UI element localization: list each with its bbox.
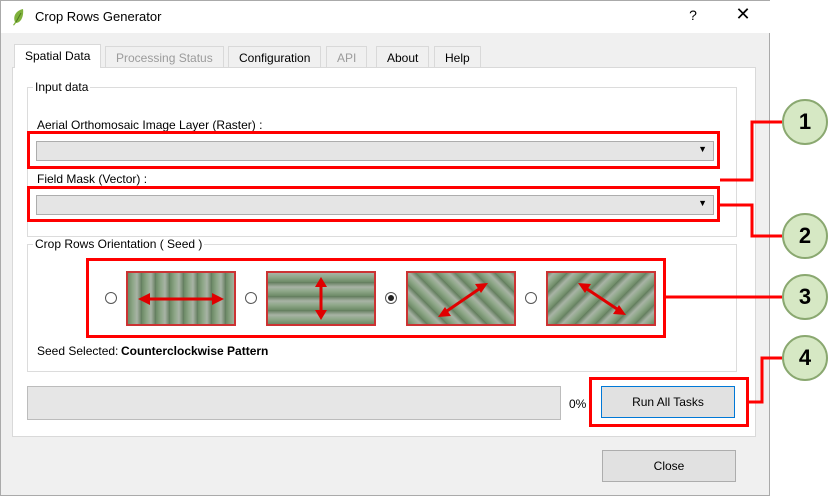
annotation-connectors <box>666 120 782 404</box>
callout-3: 3 <box>782 274 828 320</box>
callout-2: 2 <box>782 213 828 259</box>
callout-4: 4 <box>782 335 828 381</box>
tab-spatial-data[interactable]: Spatial Data <box>14 44 102 68</box>
callout-1: 1 <box>782 99 828 145</box>
